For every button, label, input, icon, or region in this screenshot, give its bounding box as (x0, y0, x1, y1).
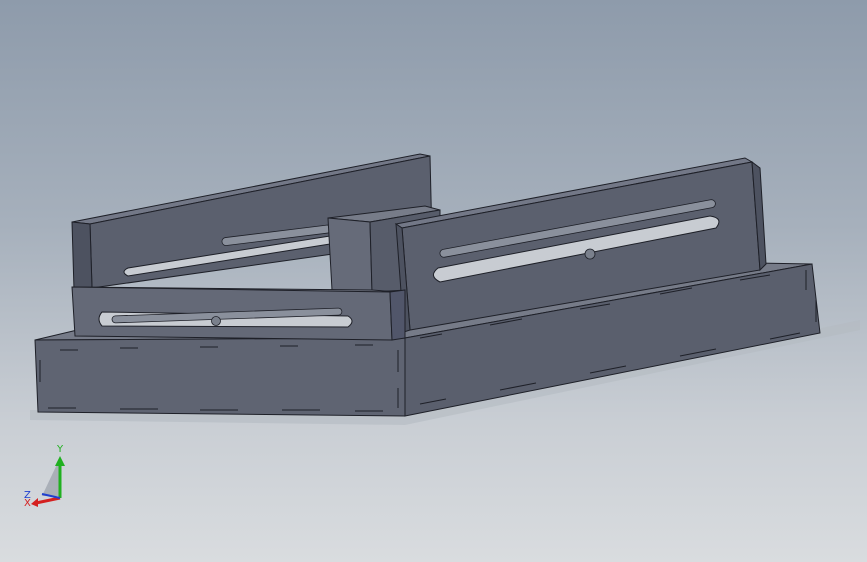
x-axis-label: X (24, 498, 31, 509)
view-orientation-triad[interactable]: Y Z X (22, 440, 82, 510)
front-bar-rod-joint (211, 316, 221, 326)
y-axis-label: Y (56, 444, 64, 455)
x-axis-line (35, 496, 61, 505)
base-front-face[interactable] (34, 337, 406, 417)
3d-model[interactable] (0, 0, 867, 562)
y-axis-arrow (55, 456, 65, 466)
back-left-panel-end (71, 221, 93, 291)
right-panel-rod-joint (584, 248, 596, 260)
x-axis-arrow (31, 498, 38, 507)
center-block-left[interactable] (327, 217, 373, 291)
graphics-viewport[interactable]: Y Z X (0, 0, 867, 562)
front-bar-end (389, 289, 406, 341)
